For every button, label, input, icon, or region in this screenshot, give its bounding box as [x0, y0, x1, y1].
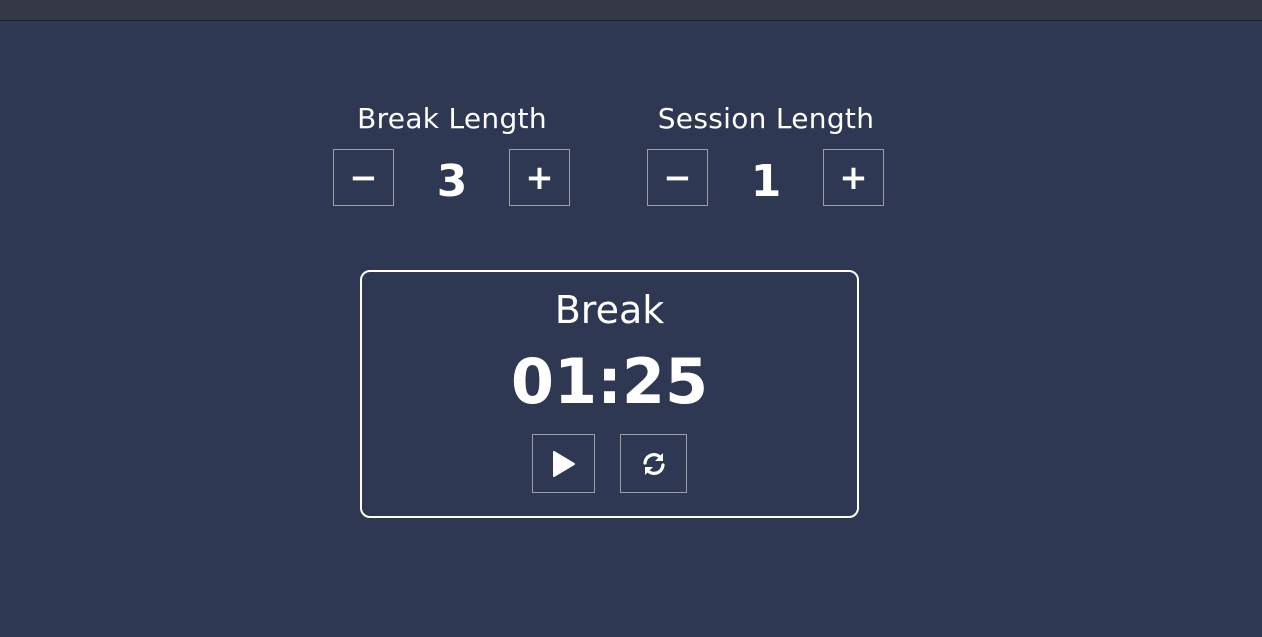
- play-icon: [552, 450, 575, 477]
- break-increment-button[interactable]: +: [509, 149, 570, 206]
- refresh-icon: [642, 452, 665, 475]
- session-length-value: 1: [750, 156, 782, 207]
- timer-panel: Break 01:25: [360, 270, 859, 518]
- break-decrement-button[interactable]: −: [333, 149, 394, 206]
- browser-top-bar: [0, 0, 1262, 21]
- session-length-label: Session Length: [657, 102, 875, 135]
- length-controls: Break Length − 3 + Session Length − 1 +: [0, 100, 1262, 220]
- reset-button[interactable]: [620, 434, 687, 493]
- timer-label: Break: [554, 288, 665, 332]
- start-stop-button[interactable]: [532, 434, 595, 493]
- timer-time-display: 01:25: [510, 345, 709, 418]
- session-decrement-button[interactable]: −: [647, 149, 708, 206]
- break-length-label: Break Length: [357, 102, 547, 135]
- session-increment-button[interactable]: +: [823, 149, 884, 206]
- break-length-value: 3: [436, 156, 468, 207]
